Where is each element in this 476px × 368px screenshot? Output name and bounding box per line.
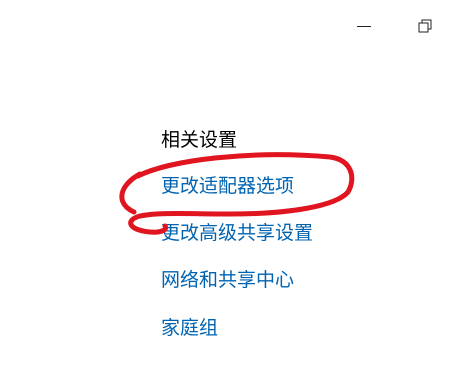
change-advanced-sharing-link[interactable]: 更改高级共享设置: [161, 220, 313, 246]
settings-window: 相关设置 更改适配器选项 更改高级共享设置 网络和共享中心 家庭组: [0, 0, 476, 368]
restore-icon: [418, 19, 432, 33]
minimize-button[interactable]: [350, 14, 378, 38]
restore-button[interactable]: [412, 14, 440, 38]
network-sharing-center-link[interactable]: 网络和共享中心: [161, 267, 294, 293]
homegroup-link[interactable]: 家庭组: [161, 315, 218, 341]
change-adapter-options-link[interactable]: 更改适配器选项: [161, 173, 294, 199]
related-settings-title: 相关设置: [161, 129, 238, 151]
minimize-icon: [357, 26, 371, 27]
